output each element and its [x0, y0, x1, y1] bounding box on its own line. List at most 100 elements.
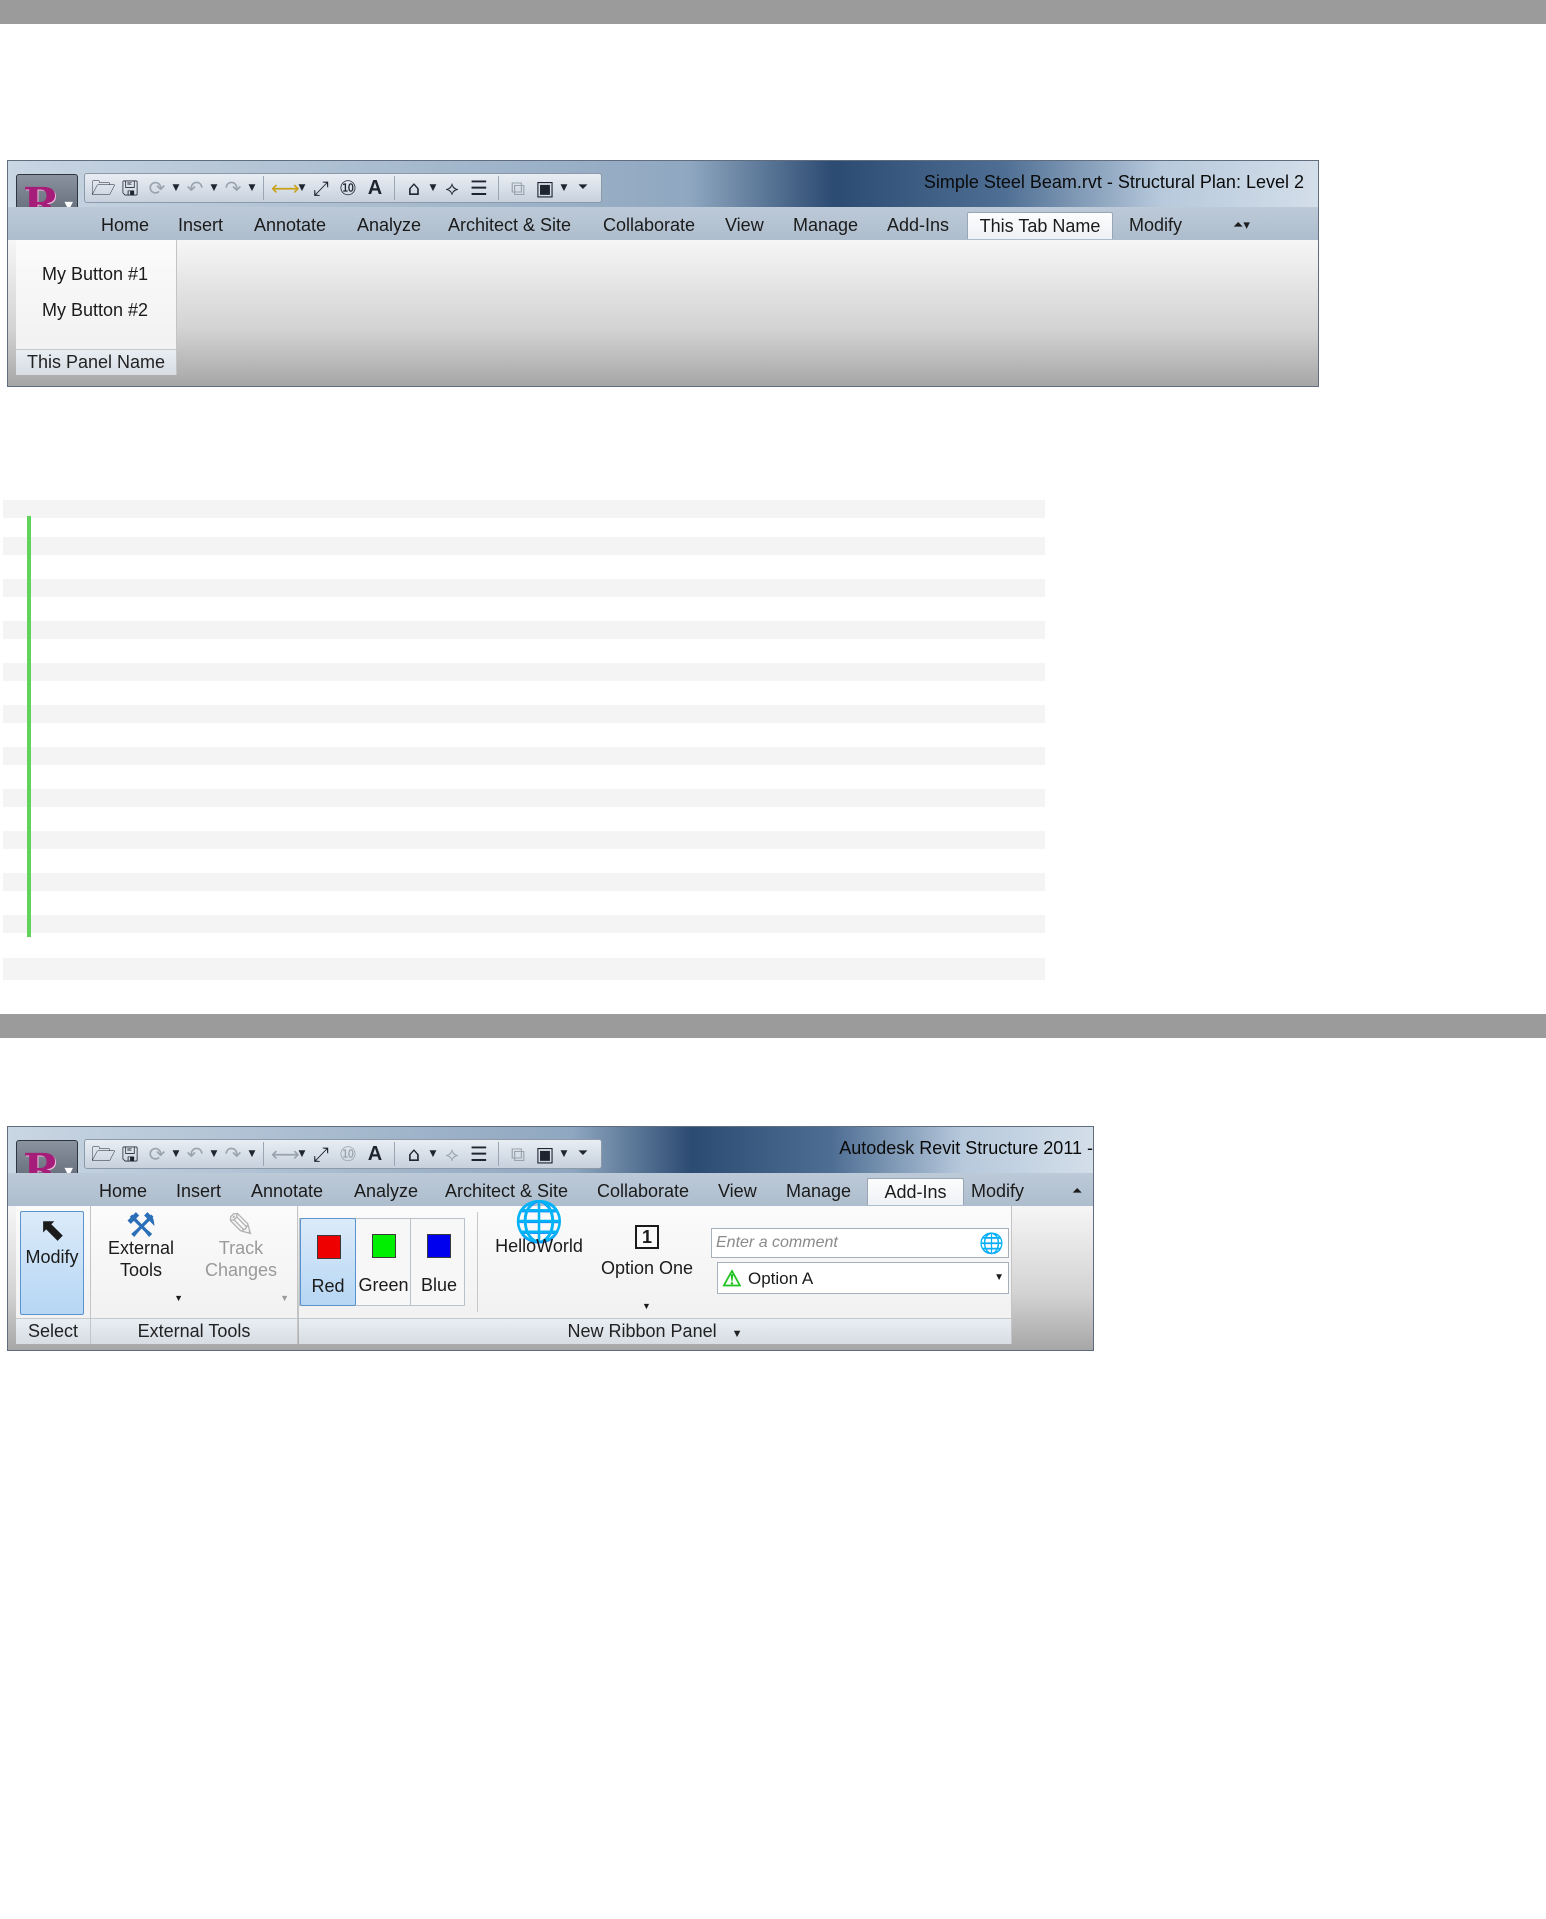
undo-icon[interactable]: ↶ — [183, 176, 207, 200]
tab-modify[interactable]: Modify — [971, 1178, 1024, 1205]
globe-icon[interactable]: 🌐 — [979, 1231, 1004, 1256]
tab-add-ins[interactable]: Add-Ins — [887, 212, 949, 239]
toolbar-separator — [263, 1142, 264, 1166]
text-icon[interactable]: A — [363, 1142, 387, 1166]
helloworld-label: HelloWorld — [495, 1236, 583, 1256]
thin-lines-icon[interactable]: ☰ — [467, 176, 491, 200]
chevron-down-icon[interactable]: ▼ — [560, 183, 568, 193]
tab-add-ins[interactable]: Add-Ins — [867, 1178, 964, 1205]
code-line — [3, 915, 1045, 933]
chevron-down-icon[interactable]: ▼ — [298, 183, 306, 193]
option-one-button[interactable]: 1 Option One ▼ — [597, 1211, 697, 1315]
thin-lines-icon[interactable]: ☰ — [467, 1142, 491, 1166]
option-combobox[interactable]: ⚠ Option A ▼ — [717, 1262, 1009, 1294]
helloworld-button[interactable]: 🌐 HelloWorld — [489, 1200, 589, 1315]
code-line — [3, 958, 1045, 980]
tag-icon[interactable]: ⑩ — [336, 1142, 360, 1166]
tab-analyze[interactable]: Analyze — [354, 1178, 418, 1205]
open-folder-icon[interactable]: 🗁 — [91, 176, 116, 200]
tab-home[interactable]: Home — [101, 212, 149, 239]
chevron-down-icon[interactable]: ▼ — [248, 1149, 256, 1159]
code-line — [3, 831, 1045, 849]
code-line — [3, 789, 1045, 807]
option-one-label: Option One — [600, 1258, 694, 1278]
external-tools-button[interactable]: ⚒ External Tools ▼ — [95, 1209, 187, 1315]
customize-qat-icon[interactable]: ⏷ — [571, 176, 595, 200]
switch-windows-icon[interactable]: ▣ — [533, 1142, 557, 1166]
close-hidden-windows-icon[interactable]: ⧉ — [506, 1142, 530, 1166]
chevron-down-icon[interactable]: ▼ — [248, 183, 256, 193]
globe-icon: 🌐 — [514, 1200, 564, 1244]
tab-annotate[interactable]: Annotate — [254, 212, 326, 239]
tab-view[interactable]: View — [718, 1178, 757, 1205]
measure-icon[interactable]: ⟷ — [271, 1142, 300, 1166]
redo-icon[interactable]: ↷ — [221, 1142, 245, 1166]
my-button-1[interactable]: My Button #1 — [42, 264, 148, 285]
comment-input[interactable]: Enter a comment 🌐 — [711, 1228, 1009, 1258]
chevron-down-icon[interactable]: ▼ — [298, 1149, 306, 1159]
tab-annotate[interactable]: Annotate — [251, 1178, 323, 1205]
sync-icon[interactable]: ⟳ — [145, 176, 169, 200]
code-line — [3, 705, 1045, 723]
red-button[interactable]: Red — [300, 1218, 356, 1306]
tab-view[interactable]: View — [725, 212, 764, 239]
minimize-ribbon-icon[interactable]: ⏶▾ — [1233, 218, 1250, 233]
undo-icon[interactable]: ↶ — [183, 1142, 207, 1166]
tab-collaborate[interactable]: Collaborate — [597, 1178, 689, 1205]
switch-windows-icon[interactable]: ▣ — [533, 176, 557, 200]
tab-insert[interactable]: Insert — [176, 1178, 221, 1205]
tab-insert[interactable]: Insert — [178, 212, 223, 239]
revit-window-top: R ▼ s 🗁 🖫 ⟳▼ ↶▼ ↷▼ ⟷▼ ⤢ ⑩ A ⌂▼ ⟡ ☰ ⧉ ▣▼ … — [7, 160, 1319, 387]
tab-manage[interactable]: Manage — [786, 1178, 851, 1205]
my-button-2[interactable]: My Button #2 — [42, 300, 148, 321]
measure-icon[interactable]: ⟷ — [271, 176, 300, 200]
minimize-ribbon-icon[interactable]: ⏶ — [1072, 1184, 1082, 1199]
tag-icon[interactable]: ⑩ — [336, 176, 360, 200]
chevron-down-icon[interactable]: ▼ — [994, 1272, 1004, 1283]
dimension-icon[interactable]: ⤢ — [309, 1142, 333, 1166]
tab-collaborate[interactable]: Collaborate — [603, 212, 695, 239]
customize-qat-icon[interactable]: ⏷ — [571, 1142, 595, 1166]
default-3d-view-icon[interactable]: ⌂ — [402, 1142, 426, 1166]
middle-divider-bar — [0, 1014, 1546, 1038]
chevron-down-icon[interactable]: ▼ — [429, 1149, 437, 1159]
redo-icon[interactable]: ↷ — [221, 176, 245, 200]
text-icon[interactable]: A — [363, 176, 387, 200]
track-changes-button[interactable]: ✎ Track Changes ▼ — [191, 1209, 291, 1315]
tab-this-tab-name[interactable]: This Tab Name — [967, 212, 1113, 239]
panel-label-row[interactable]: New Ribbon Panel ▼ — [299, 1318, 1011, 1344]
track-changes-label-line2: Changes — [204, 1260, 278, 1280]
chevron-down-icon: ▼ — [642, 1301, 651, 1311]
toolbar-separator — [394, 1142, 395, 1166]
tab-home[interactable]: Home — [99, 1178, 147, 1205]
chevron-down-icon[interactable]: ▼ — [732, 1328, 743, 1340]
chevron-down-icon[interactable]: ▼ — [210, 1149, 218, 1159]
tab-analyze[interactable]: Analyze — [357, 212, 421, 239]
tab-architect-site[interactable]: Architect & Site — [448, 212, 571, 239]
modify-label: Modify — [25, 1247, 79, 1267]
close-hidden-windows-icon[interactable]: ⧉ — [506, 176, 530, 200]
open-folder-icon[interactable]: 🗁 — [91, 1142, 116, 1166]
chevron-down-icon[interactable]: ▼ — [172, 1149, 180, 1159]
save-icon[interactable]: 🖫 — [118, 1142, 142, 1166]
chevron-down-icon[interactable]: ▼ — [172, 183, 180, 193]
section-icon[interactable]: ⟡ — [440, 1142, 464, 1166]
panel-new-ribbon-panel: Red Green Blue 🌐 HelloWorld 1 Option One… — [299, 1200, 1012, 1344]
save-icon[interactable]: 🖫 — [118, 176, 142, 200]
tab-modify[interactable]: Modify — [1129, 212, 1182, 239]
chevron-down-icon[interactable]: ▼ — [429, 183, 437, 193]
green-button[interactable]: Green — [357, 1218, 411, 1306]
default-3d-view-icon[interactable]: ⌂ — [402, 176, 426, 200]
panel-label: Select — [16, 1318, 90, 1344]
sync-icon[interactable]: ⟳ — [145, 1142, 169, 1166]
blue-button[interactable]: Blue — [412, 1218, 466, 1306]
modify-button[interactable]: ⬉ Modify — [20, 1211, 84, 1315]
chevron-down-icon[interactable]: ▼ — [210, 183, 218, 193]
window-title: Simple Steel Beam.rvt - Structural Plan:… — [923, 172, 1304, 192]
green-label: Green — [358, 1275, 409, 1295]
section-icon[interactable]: ⟡ — [440, 176, 464, 200]
panel-this-panel-name: My Button #1 My Button #2 This Panel Nam… — [16, 240, 177, 375]
chevron-down-icon[interactable]: ▼ — [560, 1149, 568, 1159]
tab-manage[interactable]: Manage — [793, 212, 858, 239]
dimension-icon[interactable]: ⤢ — [309, 176, 333, 200]
